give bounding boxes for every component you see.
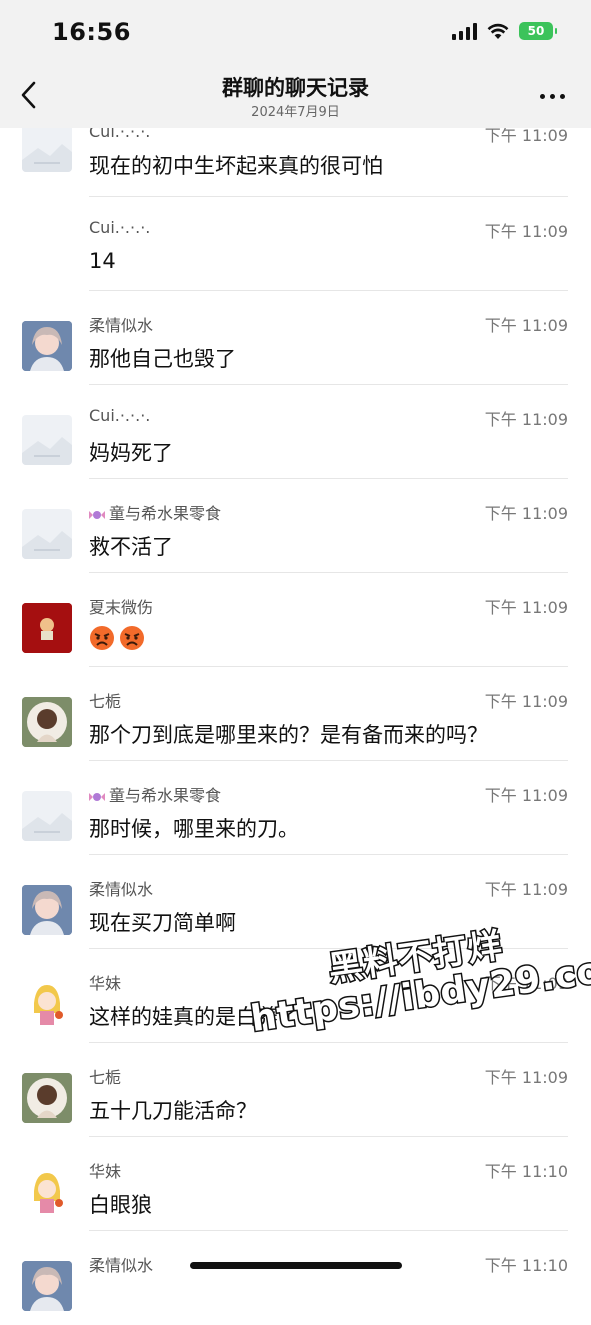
status-time: 16:56 [52, 18, 131, 46]
avatar-placeholder-icon[interactable] [22, 509, 72, 559]
list-item[interactable]: 七栀 下午 11:09 五十几刀能活命？ [0, 1043, 591, 1137]
message-text: 那个刀到底是哪里来的？是有备而来的吗？ [89, 723, 488, 747]
avatar-photo[interactable] [22, 321, 72, 371]
sender-name: 华妹 [89, 1162, 122, 1181]
sender-name: 七栀 [89, 692, 122, 711]
candy-icon [89, 510, 105, 519]
message-time: 下午 11:09 [484, 598, 568, 617]
avatar-placeholder-icon[interactable] [22, 415, 72, 465]
candy-icon [89, 792, 105, 801]
message-text: 这样的娃真的是白养了 [89, 1005, 299, 1029]
list-item[interactable]: Cui.·.·.·. 下午 11:09 妈妈死了 [0, 385, 591, 479]
message-text: 那时候，哪里来的刀。 [89, 817, 299, 841]
list-item[interactable]: 童与希水果零食 下午 11:09 那时候，哪里来的刀。 [0, 761, 591, 855]
sender-name-text: 童与希水果零食 [109, 504, 222, 523]
message-text: 五十几刀能活命？ [89, 1099, 257, 1123]
sender-name: 柔情似水 [89, 1256, 154, 1275]
avatar-photo[interactable] [22, 1167, 72, 1217]
chat-record-list: Cui.·.·.·. 下午 11:09 现在的初中生坏起来真的很可怕 Cui.·… [0, 122, 591, 1325]
sender-name: 童与希水果零食 [89, 782, 221, 806]
sender-name: 童与希水果零食 [89, 500, 221, 524]
list-item[interactable]: 七栀 下午 11:09 那个刀到底是哪里来的？是有备而来的吗？ [0, 667, 591, 761]
list-item[interactable]: Cui.·.·.·. 下午 11:09 现在的初中生坏起来真的很可怕 [0, 122, 591, 197]
list-item[interactable]: 夏末微伤 下午 11:09 [0, 573, 591, 667]
message-text: 救不活了 [89, 535, 173, 559]
avatar-placeholder-icon[interactable] [22, 122, 72, 172]
message-time: 下午 11:09 [484, 880, 568, 899]
avatar-photo[interactable] [22, 697, 72, 747]
battery-level: 50 [527, 24, 545, 38]
avatar-photo[interactable] [22, 979, 72, 1029]
sender-name: 夏末微伤 [89, 598, 154, 617]
message-time: 下午 11:09 [484, 692, 568, 711]
message-text: 白眼狼 [89, 1193, 152, 1217]
message-text: 妈妈死了 [89, 441, 173, 465]
angry-face-emoji [120, 626, 144, 650]
list-item[interactable]: 华妹 下午 11:09 这样的娃真的是白养了 [0, 949, 591, 1043]
status-icons: 50 [452, 22, 557, 40]
avatar-photo[interactable] [22, 1073, 72, 1123]
battery-icon: 50 [519, 22, 557, 40]
list-item[interactable]: 柔情似水 下午 11:10 [0, 1231, 591, 1325]
avatar-placeholder-icon[interactable] [22, 791, 72, 841]
message-text: 那他自己也毁了 [89, 347, 236, 371]
message-time: 下午 11:09 [484, 410, 568, 429]
page-title: 群聊的聊天记录 [222, 76, 369, 100]
message-text: 现在的初中生坏起来真的很可怕 [89, 154, 383, 178]
message-time: 下午 11:09 [484, 316, 568, 335]
sender-name: 柔情似水 [89, 316, 154, 335]
angry-face-emoji [90, 626, 114, 650]
home-indicator[interactable] [190, 1262, 402, 1269]
message-time: 下午 11:10 [484, 1256, 568, 1275]
signal-icon [452, 22, 477, 40]
avatar-photo[interactable] [22, 1261, 72, 1311]
message-time: 下午 11:09 [484, 504, 568, 523]
list-item[interactable]: Cui.·.·.·. 下午 11:09 14 [0, 197, 591, 291]
more-options-icon[interactable] [540, 94, 565, 99]
sender-name: Cui.·.·.·. [89, 218, 151, 237]
list-item[interactable]: 柔情似水 下午 11:09 现在买刀简单啊 [0, 855, 591, 949]
sender-name: 华妹 [89, 974, 122, 993]
list-item[interactable]: 柔情似水 下午 11:09 那他自己也毁了 [0, 291, 591, 385]
sender-name-text: 童与希水果零食 [109, 786, 222, 805]
list-item[interactable]: 童与希水果零食 下午 11:09 救不活了 [0, 479, 591, 573]
message-time: 下午 11:09 [484, 786, 568, 805]
message-text: 现在买刀简单啊 [89, 911, 236, 935]
message-time: 下午 11:09 [484, 974, 568, 993]
sender-name: Cui.·.·.·. [89, 406, 151, 425]
sender-name: 七栀 [89, 1068, 122, 1087]
list-item[interactable]: 华妹 下午 11:10 白眼狼 [0, 1137, 591, 1231]
page-subtitle-date: 2024年7月9日 [251, 105, 340, 120]
message-time: 下午 11:09 [484, 1068, 568, 1087]
avatar-photo[interactable] [22, 603, 72, 653]
message-time: 下午 11:09 [484, 222, 568, 241]
wifi-icon [487, 23, 509, 39]
message-text: 14 [89, 249, 116, 273]
message-time: 下午 11:10 [484, 1162, 568, 1181]
header: 16:56 50 群聊的聊天记录 2024年7月9日 [0, 0, 591, 128]
message-emoji-row [89, 625, 149, 651]
sender-name: 柔情似水 [89, 880, 154, 899]
avatar-photo[interactable] [22, 885, 72, 935]
